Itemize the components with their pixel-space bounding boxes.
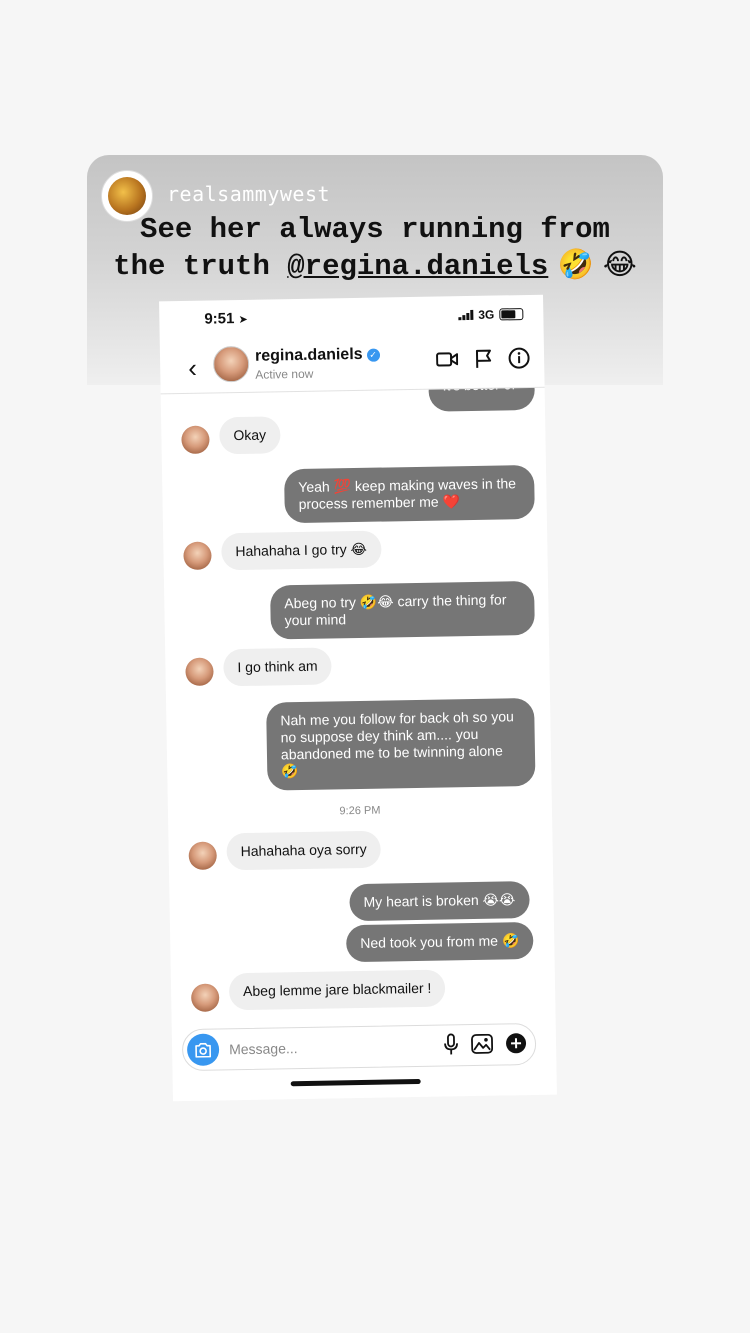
- caption-emoji: 🤣 😂: [548, 247, 637, 281]
- battery-icon: [499, 308, 524, 321]
- network-label: 3G: [478, 307, 495, 322]
- status-time: 9:51 ➤: [204, 310, 248, 328]
- message-bubble-out[interactable]: It's better of: [428, 387, 535, 412]
- sender-avatar: [181, 425, 210, 455]
- story-avatar-image: [108, 177, 146, 215]
- message-bubble-in[interactable]: Okay: [219, 416, 281, 455]
- camera-icon[interactable]: [186, 1033, 220, 1067]
- gallery-icon[interactable]: [471, 1033, 494, 1059]
- message-input[interactable]: Message...: [229, 1040, 298, 1057]
- microphone-icon[interactable]: [443, 1033, 459, 1060]
- report-flag-icon[interactable]: [472, 348, 494, 370]
- verified-badge-icon: ✓: [366, 348, 380, 362]
- message-thread[interactable]: It's better of Okay Yeah 💯 keep making w…: [161, 387, 556, 1015]
- dm-screenshot: 9:51 ➤ 3G ‹ regina.daniels✓ Active now I…: [159, 294, 557, 1102]
- signal-icon: [458, 309, 474, 321]
- message-bubble-out[interactable]: Nah me you follow for back oh so you no …: [266, 697, 536, 791]
- message-bubble-out[interactable]: Ned took you from me 🤣: [345, 921, 534, 963]
- message-bubble-in[interactable]: Hahahaha I go try 😂: [221, 530, 382, 571]
- message-bubble-in[interactable]: Abeg lemme jare blackmailer !: [228, 969, 446, 1011]
- home-indicator: [290, 1078, 421, 1087]
- story-caption: See her always running from the truth @r…: [110, 212, 640, 284]
- dm-username[interactable]: regina.daniels ✓: [255, 346, 380, 366]
- message-bubble-out[interactable]: Yeah 💯 keep making waves in the process …: [283, 464, 535, 524]
- sender-avatar: [185, 657, 214, 687]
- time-separator: 9:26 PM: [339, 804, 381, 818]
- sender-avatar: [183, 541, 212, 571]
- dm-active-status: Active now: [255, 366, 314, 382]
- video-call-icon[interactable]: [436, 348, 459, 370]
- message-bubble-in[interactable]: Hahahaha oya sorry: [226, 830, 382, 871]
- info-icon[interactable]: [508, 347, 530, 369]
- message-composer[interactable]: Message...: [181, 1022, 537, 1072]
- message-bubble-in[interactable]: I go think am: [223, 647, 332, 687]
- caption-mention[interactable]: @regina.daniels: [287, 250, 548, 283]
- dm-header: ‹ regina.daniels ✓ Active now: [159, 336, 545, 395]
- story-username[interactable]: realsammywest: [167, 182, 330, 206]
- status-indicators: 3G: [458, 307, 524, 322]
- message-bubble-out[interactable]: My heart is broken 😭😭: [349, 881, 530, 922]
- add-icon[interactable]: [505, 1032, 527, 1059]
- dm-avatar[interactable]: [212, 345, 250, 383]
- message-bubble-out[interactable]: Abeg no try 🤣😂 carry the thing for your …: [270, 580, 535, 640]
- back-chevron-icon[interactable]: ‹: [188, 353, 197, 384]
- sender-avatar: [190, 983, 220, 1012]
- sender-avatar: [188, 841, 217, 870]
